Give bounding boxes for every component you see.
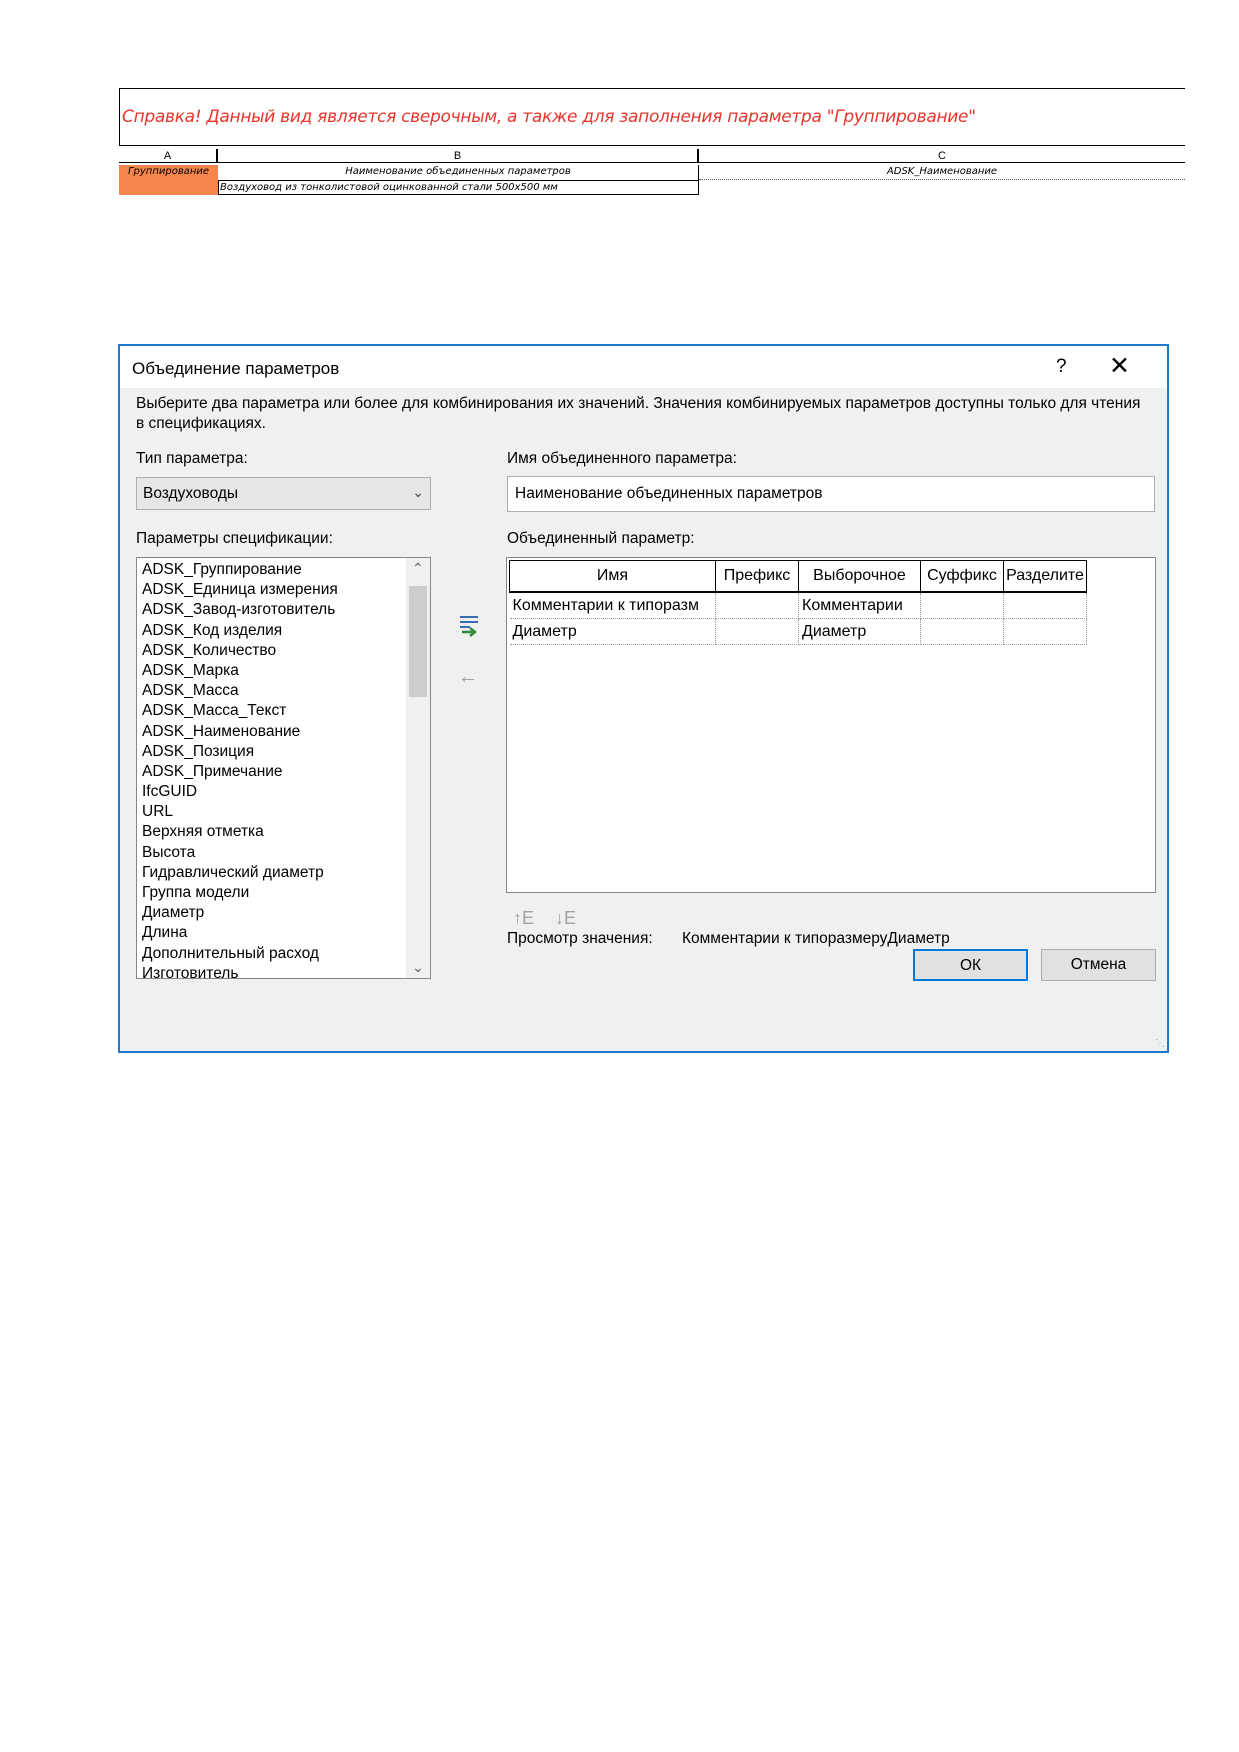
schedule-title-cell: Справка! Данный вид является сверочным, … <box>119 88 1185 146</box>
combined-name-label: Имя объединенного параметра: <box>507 450 737 467</box>
list-item[interactable]: ADSK_Марка <box>142 661 430 681</box>
schedule-params-list[interactable]: ADSK_Группирование ADSK_Единица измерения… <box>136 557 431 979</box>
param-type-dropdown[interactable]: Воздуховоды ⌄ <box>136 477 431 510</box>
cell-a1[interactable]: Группирование <box>119 165 218 180</box>
list-item[interactable]: ADSK_Единица измерения <box>142 580 430 600</box>
grid-cell-separator[interactable] <box>1003 591 1087 619</box>
grid-cell-suffix[interactable] <box>920 618 1004 645</box>
ok-button[interactable]: ОК <box>913 949 1028 981</box>
combined-param-label: Объединенный параметр: <box>507 530 695 547</box>
list-item[interactable]: ADSK_Примечание <box>142 762 430 782</box>
list-item[interactable]: ADSK_Количество <box>142 641 430 661</box>
remove-parameter-icon[interactable]: ← <box>458 666 478 689</box>
combined-name-input[interactable] <box>507 476 1155 512</box>
grid-cell-suffix[interactable] <box>920 591 1004 619</box>
grid-cell-name[interactable]: Диаметр <box>509 618 716 645</box>
list-item[interactable]: ADSK_Позиция <box>142 742 430 762</box>
list-item[interactable]: Длина <box>142 923 430 943</box>
column-header-b[interactable]: B <box>218 149 699 163</box>
list-item[interactable]: ADSK_Группирование <box>142 560 430 580</box>
list-item[interactable]: Верхняя отметка <box>142 822 430 842</box>
list-item[interactable]: ADSK_Завод-изготовитель <box>142 600 430 620</box>
combined-param-table: Имя Префикс Выборочное Суффикс Разделите… <box>509 560 1087 645</box>
grid-header-separator: Разделите <box>1003 560 1087 593</box>
grid-header-sample: Выборочное <box>798 560 921 593</box>
move-up-icon[interactable]: ↑E <box>513 908 534 929</box>
scroll-up-icon[interactable]: ⌃ <box>412 560 424 577</box>
dialog-title: Объединение параметров <box>132 359 340 378</box>
scroll-thumb[interactable] <box>409 586 427 697</box>
grid-header-row: Имя Префикс Выборочное Суффикс Разделите <box>509 560 1087 593</box>
list-item[interactable]: ADSK_Код изделия <box>142 621 430 641</box>
list-item[interactable]: Диаметр <box>142 903 430 923</box>
add-parameter-icon <box>460 616 478 637</box>
add-parameter-button[interactable] <box>456 613 482 639</box>
chevron-down-icon: ⌄ <box>412 484 424 500</box>
param-type-value: Воздуховоды <box>143 485 239 502</box>
param-type-label: Тип параметра: <box>136 450 248 467</box>
scroll-down-icon[interactable]: ⌄ <box>412 959 424 976</box>
list-item[interactable]: ADSK_Масса <box>142 681 430 701</box>
cell-c2[interactable] <box>699 180 1185 195</box>
column-header-c[interactable]: C <box>699 149 1185 163</box>
list-item[interactable]: Группа модели <box>142 883 430 903</box>
move-down-icon[interactable]: ↓E <box>555 908 576 929</box>
cell-b2[interactable]: Воздуховод из тонколистовой оцинкованной… <box>218 180 699 195</box>
column-header-a[interactable]: A <box>119 149 218 163</box>
cell-b1[interactable]: Наименование объединенных параметров <box>218 165 699 180</box>
grid-cell-prefix[interactable] <box>715 618 799 645</box>
close-icon[interactable]: ✕ <box>1109 352 1130 380</box>
list-item[interactable]: Высота <box>142 843 430 863</box>
resize-grip-icon[interactable]: ⋱ <box>1155 1038 1165 1049</box>
grid-cell-separator[interactable] <box>1003 618 1087 645</box>
dialog-description: Выберите два параметра или более для ком… <box>136 395 1141 432</box>
list-item[interactable]: Изготовитель <box>142 964 430 978</box>
grid-cell-name[interactable]: Комментарии к типоразм <box>509 591 716 619</box>
list-item[interactable]: ADSK_Масса_Текст <box>142 701 430 721</box>
list-item[interactable]: URL <box>142 802 430 822</box>
preview-value: Комментарии к типоразмеруДиаметр <box>682 930 950 947</box>
schedule-title: Справка! Данный вид является сверочным, … <box>122 107 976 127</box>
preview-label: Просмотр значения: <box>507 930 653 947</box>
cancel-button[interactable]: Отмена <box>1041 949 1156 981</box>
list-item[interactable]: Гидравлический диаметр <box>142 863 430 883</box>
help-button[interactable]: ? <box>1056 356 1067 378</box>
grid-header-prefix: Префикс <box>715 560 799 593</box>
list-item[interactable]: Дополнительный расход <box>142 944 430 964</box>
schedule-view: Справка! Данный вид является сверочным, … <box>119 88 1185 208</box>
schedule-params-label: Параметры спецификации: <box>136 530 333 547</box>
dialog-titlebar: Объединение параметров ? ✕ <box>120 346 1167 388</box>
cell-a2[interactable] <box>119 180 218 195</box>
grid-header-name: Имя <box>509 560 716 593</box>
combined-param-grid[interactable]: Имя Префикс Выборочное Суффикс Разделите… <box>506 557 1156 893</box>
grid-row[interactable]: Диаметр Диаметр <box>509 618 1087 645</box>
list-item[interactable]: ADSK_Наименование <box>142 722 430 742</box>
grid-cell-sample[interactable]: Комментарии <box>798 591 921 619</box>
param-list-scrollbar[interactable]: ⌃ ⌄ <box>406 558 430 978</box>
grid-cell-prefix[interactable] <box>715 591 799 619</box>
list-item[interactable]: IfcGUID <box>142 782 430 802</box>
combine-parameters-dialog: Объединение параметров ? ✕ Выберите два … <box>118 344 1169 1053</box>
grid-row[interactable]: Комментарии к типоразм Комментарии <box>509 591 1087 619</box>
grid-header-suffix: Суффикс <box>920 560 1004 593</box>
grid-cell-sample[interactable]: Диаметр <box>798 618 921 645</box>
cell-c1[interactable]: ADSK_Наименование <box>699 165 1185 180</box>
